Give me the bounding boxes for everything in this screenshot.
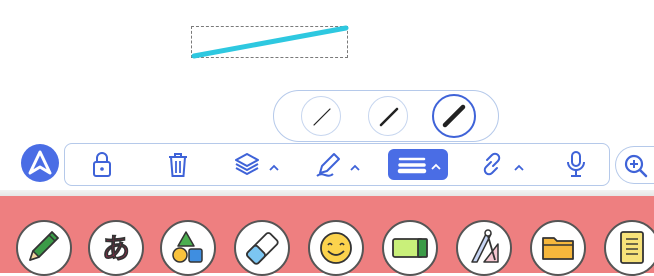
lock-icon [93,152,111,177]
main-toolbar [64,143,610,186]
layers-button[interactable] [232,149,288,179]
marker-icon [392,238,428,258]
notebook-icon [620,231,644,264]
folder-icon [542,237,574,260]
ruler-compass-tool[interactable] [456,220,512,276]
text-tool[interactable]: あ [88,220,144,276]
line-width-popup [273,90,499,142]
ruler-compass-icon [471,229,499,263]
pen-settings-icon [316,153,360,177]
line-width-icon [397,157,441,174]
width-thin-option[interactable] [301,96,341,136]
app-logo-icon [28,150,52,175]
eraser-tool[interactable] [234,220,290,276]
marker-tool[interactable] [382,220,438,276]
pencil-icon [29,231,59,261]
microphone-icon [567,151,585,177]
width-thick-option[interactable] [432,94,476,138]
stamp-icon [320,232,352,264]
pen-settings-button[interactable] [313,149,369,179]
link-button[interactable] [477,149,533,179]
shapes-tool[interactable] [160,220,216,276]
pencil-tool[interactable] [16,220,72,276]
microphone-button[interactable] [561,149,591,179]
app-logo-button[interactable] [21,144,59,182]
delete-button[interactable] [163,149,193,179]
notebook-tool[interactable] [604,220,654,276]
lock-button[interactable] [87,149,117,179]
shapes-icon [172,231,203,263]
drawn-stroke[interactable] [186,20,356,65]
link-icon [483,152,524,176]
stamp-tool[interactable] [308,220,364,276]
zoom-in-icon [624,154,648,178]
tool-tray: あ [0,190,654,276]
trash-icon [169,153,187,177]
text-icon: あ [102,232,131,266]
layers-icon [235,153,279,175]
zoom-in-button[interactable] [615,146,654,184]
line-width-button[interactable] [388,149,448,180]
width-medium-option[interactable] [368,96,408,136]
svg-text:あ: あ [102,232,130,265]
folder-tool[interactable] [530,220,586,276]
eraser-icon [246,232,279,265]
